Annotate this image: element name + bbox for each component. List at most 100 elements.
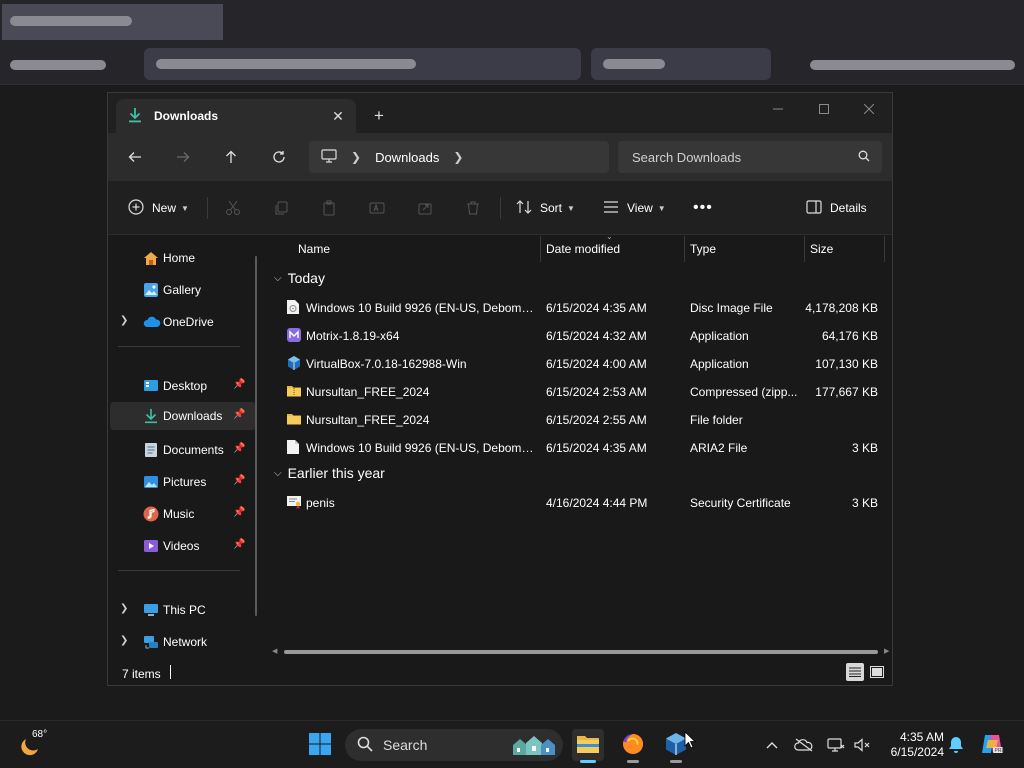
chevron-right-icon[interactable]: ❯ bbox=[120, 603, 128, 614]
svg-text:PRE: PRE bbox=[995, 748, 1005, 754]
show-hidden-icons-chevron-icon[interactable] bbox=[762, 735, 782, 755]
details-view-icon[interactable] bbox=[846, 663, 864, 681]
table-row[interactable]: Nursultan_FREE_2024 6/15/2024 2:53 AM Co… bbox=[274, 377, 884, 405]
column-header-type[interactable]: Type bbox=[690, 236, 716, 262]
chevron-down-icon: ⌵ bbox=[274, 467, 282, 479]
new-tab-button[interactable]: + bbox=[368, 105, 390, 127]
back-button[interactable] bbox=[121, 143, 149, 171]
share-icon[interactable] bbox=[414, 197, 436, 219]
sidebar-scrollbar[interactable] bbox=[255, 256, 257, 616]
close-tab-icon[interactable]: ✕ bbox=[328, 106, 348, 126]
host-toolbar bbox=[0, 0, 1024, 84]
taskbar: 68° Search 4:35 AM 6/15/2024 PRE bbox=[0, 720, 1024, 768]
item-count: 7 items bbox=[122, 667, 161, 681]
table-row[interactable]: Motrix-1.8.19-x64 6/15/2024 4:32 AM Appl… bbox=[274, 321, 884, 349]
taskbar-file-explorer[interactable] bbox=[572, 729, 604, 763]
details-pane-button[interactable]: Details bbox=[806, 196, 867, 220]
onedrive-offline-icon[interactable] bbox=[794, 735, 814, 755]
home-icon bbox=[143, 250, 159, 266]
address-bar[interactable]: ❯ Downloads ❯ bbox=[309, 141, 609, 173]
this-pc-icon bbox=[143, 602, 159, 618]
sidebar-item-music[interactable]: Music 📌 bbox=[110, 500, 256, 528]
host-tab-label bbox=[10, 16, 132, 26]
delete-icon[interactable] bbox=[462, 197, 484, 219]
breadcrumb-downloads[interactable]: Downloads bbox=[375, 150, 439, 165]
search-box[interactable]: Search Downloads bbox=[618, 141, 882, 173]
notification-bell-icon[interactable] bbox=[946, 735, 966, 755]
paste-icon[interactable] bbox=[318, 197, 340, 219]
music-icon bbox=[143, 506, 159, 522]
volume-muted-icon[interactable] bbox=[852, 735, 872, 755]
search-icon bbox=[858, 150, 870, 165]
pin-icon[interactable]: 📌 bbox=[233, 539, 245, 550]
command-bar: New ▼ Sort ▼ View ▼ ••• Details bbox=[108, 181, 892, 235]
sidebar-item-videos[interactable]: Videos 📌 bbox=[110, 532, 256, 560]
zip-folder-icon bbox=[286, 383, 302, 399]
chevron-right-icon[interactable]: ❯ bbox=[120, 635, 128, 646]
folder-icon bbox=[576, 734, 600, 757]
table-row[interactable]: VirtualBox-7.0.18-162988-Win 6/15/2024 4… bbox=[274, 349, 884, 377]
table-row[interactable]: penis 4/16/2024 4:44 PM Security Certifi… bbox=[274, 488, 884, 516]
scroll-left-icon[interactable]: ◀ bbox=[272, 647, 277, 655]
mouse-cursor-icon bbox=[684, 731, 697, 752]
copy-icon[interactable] bbox=[270, 197, 292, 219]
horizontal-scrollbar[interactable] bbox=[284, 650, 878, 654]
tab-downloads[interactable]: Downloads ✕ bbox=[116, 99, 356, 133]
forward-button[interactable] bbox=[169, 143, 197, 171]
sidebar-item-desktop[interactable]: Desktop 📌 bbox=[110, 372, 256, 400]
view-button[interactable]: View ▼ bbox=[603, 196, 666, 220]
table-row[interactable]: Windows 10 Build 9926 (EN-US, Debomb... … bbox=[274, 433, 884, 461]
chevron-right-icon[interactable]: ❯ bbox=[453, 150, 463, 164]
weather-widget[interactable]: 68° bbox=[18, 729, 58, 761]
sidebar-item-onedrive[interactable]: ❯ OneDrive bbox=[110, 308, 256, 336]
firefox-icon bbox=[621, 732, 645, 759]
start-button[interactable] bbox=[304, 729, 336, 761]
search-input[interactable]: Search Downloads bbox=[632, 150, 741, 165]
chevron-right-icon[interactable]: ❯ bbox=[351, 150, 361, 164]
column-header-name[interactable]: Name bbox=[298, 236, 330, 262]
scroll-right-icon[interactable]: ▶ bbox=[884, 647, 889, 655]
system-clock[interactable]: 4:35 AM 6/15/2024 bbox=[876, 730, 944, 760]
navigation-bar: ❯ Downloads ❯ Search Downloads bbox=[108, 133, 892, 181]
sidebar-item-network[interactable]: ❯ Network bbox=[110, 628, 256, 656]
minimize-button[interactable] bbox=[758, 97, 798, 121]
new-button[interactable]: New ▼ bbox=[128, 196, 189, 220]
cut-icon[interactable] bbox=[222, 197, 244, 219]
pin-icon[interactable]: 📌 bbox=[233, 379, 245, 390]
sort-button[interactable]: Sort ▼ bbox=[516, 196, 575, 220]
sidebar-item-pictures[interactable]: Pictures 📌 bbox=[110, 468, 256, 496]
pin-icon[interactable]: 📌 bbox=[233, 475, 245, 486]
table-row[interactable]: Windows 10 Build 9926 (EN-US, Debomb... … bbox=[274, 293, 884, 321]
group-header-earlier[interactable]: ⌵ Earlier this year bbox=[274, 465, 385, 481]
chevron-right-icon[interactable]: ❯ bbox=[120, 315, 128, 326]
pin-icon[interactable]: 📌 bbox=[233, 507, 245, 518]
network-status-icon[interactable] bbox=[826, 735, 846, 755]
sort-icon bbox=[516, 199, 532, 218]
maximize-button[interactable] bbox=[804, 97, 844, 121]
download-icon bbox=[143, 408, 159, 424]
sidebar-item-gallery[interactable]: Gallery bbox=[110, 276, 256, 304]
more-options-button[interactable]: ••• bbox=[693, 196, 713, 220]
sidebar-item-home[interactable]: Home bbox=[110, 244, 256, 272]
desktop-icon bbox=[143, 378, 159, 394]
taskbar-search[interactable]: Search bbox=[345, 729, 563, 761]
tiles-view-icon[interactable] bbox=[868, 663, 886, 681]
sidebar-item-documents[interactable]: Documents 📌 bbox=[110, 436, 256, 464]
group-header-today[interactable]: ⌵ Today bbox=[274, 270, 325, 286]
pin-icon[interactable]: 📌 bbox=[233, 409, 245, 420]
copilot-icon[interactable]: PRE bbox=[980, 732, 1004, 756]
rename-icon[interactable] bbox=[366, 197, 388, 219]
up-button[interactable] bbox=[217, 143, 245, 171]
taskbar-firefox[interactable] bbox=[617, 729, 649, 763]
motrix-app-icon bbox=[286, 327, 302, 343]
clock-time: 4:35 AM bbox=[899, 730, 944, 744]
column-header-size[interactable]: Size bbox=[810, 236, 833, 262]
sidebar-item-downloads[interactable]: Downloads 📌 bbox=[110, 402, 256, 430]
close-window-button[interactable] bbox=[849, 97, 889, 121]
table-row[interactable]: Nursultan_FREE_2024 6/15/2024 2:55 AM Fi… bbox=[274, 405, 884, 433]
pin-icon[interactable]: 📌 bbox=[233, 443, 245, 454]
onedrive-icon bbox=[143, 314, 161, 330]
sidebar-item-this-pc[interactable]: ❯ This PC bbox=[110, 596, 256, 624]
refresh-button[interactable] bbox=[265, 143, 293, 171]
windows-logo-icon bbox=[309, 732, 331, 758]
